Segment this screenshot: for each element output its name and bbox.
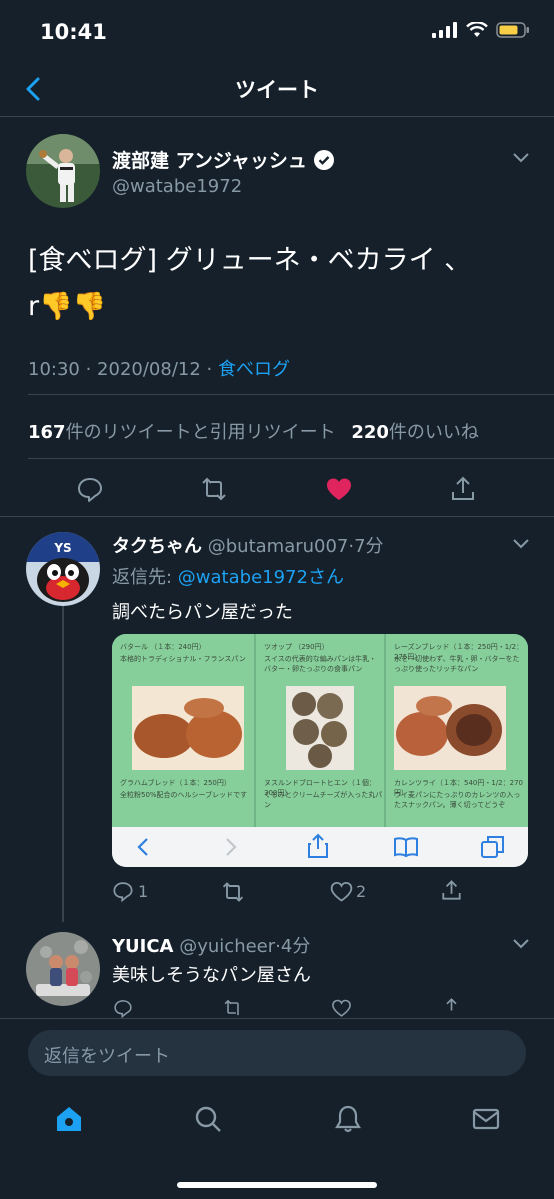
reply2-handle-time[interactable]: @yuicheer·4分 [179, 936, 310, 957]
status-icons [432, 22, 530, 38]
image-panel: バタール （１本：240円） 本格的トラディショナル・フランスパン グラハムブレ… [112, 634, 256, 830]
wifi-icon [466, 22, 488, 37]
reply-chevron-down-icon[interactable] [510, 536, 532, 552]
image-panel: レーズンブレッド（１本：250円・1/2：275円） 水を一切使わず、牛乳・卵・… [386, 634, 528, 830]
home-indicator[interactable] [177, 1182, 377, 1188]
reply2-text: 美味しそうなパン屋さん [112, 965, 311, 986]
search-icon[interactable] [193, 1104, 223, 1134]
reply-to-link[interactable]: @watabe1972さん [178, 567, 344, 588]
engagement-counts: 167件のリツイートと引用リツイート 220件のいいね [28, 418, 479, 444]
reply-like-icon[interactable] [330, 880, 353, 903]
tweet-text-line2: r👎👎 [28, 291, 107, 322]
composer-divider [0, 1018, 554, 1019]
reply-reply-count: 1 [138, 882, 149, 901]
reply2-like-icon[interactable] [330, 998, 353, 1018]
reply-composer-placeholder: 返信をツイート [44, 1046, 170, 1067]
retweet-stat[interactable]: 167件のリツイートと引用リツイート [28, 422, 336, 443]
tweet-timestamp: 10:30 · 2020/08/12 · [28, 359, 218, 380]
panel-desc: 本格的トラディショナル・フランスパン [120, 655, 246, 663]
reply2-chevron-down-icon[interactable] [510, 936, 532, 952]
status-time: 10:41 [40, 20, 107, 44]
panel-title: ツオップ （290円） [264, 643, 329, 651]
tweet-text: [食べログ] グリューネ・ベカライ 、 r👎👎 [28, 238, 528, 330]
browser-forward-icon [226, 838, 237, 856]
messages-icon[interactable] [471, 1104, 501, 1134]
tweet-text-line1: [食べログ] グリューネ・ベカライ 、 [28, 245, 472, 276]
reply-reply-icon[interactable] [112, 880, 134, 902]
reply-attached-image[interactable]: バタール （１本：240円） 本格的トラディショナル・フランスパン グラハムブレ… [112, 634, 528, 867]
panel-caption2: 全粒粉50%配合のヘルシーブレッドです [120, 791, 248, 799]
reply2-author-name[interactable]: YUICA [112, 936, 174, 957]
reply-to-prefix: 返信先: [112, 567, 178, 588]
reply-composer[interactable]: 返信をツイート [28, 1030, 526, 1076]
panel-desc: 水を一切使わず、牛乳・卵・バターをたっぷり使ったリッチなパン [394, 655, 520, 673]
counts-divider [28, 458, 554, 459]
author-name[interactable]: 渡部建 アンジャッシュ [112, 146, 307, 173]
home-icon[interactable] [54, 1104, 84, 1134]
panel-desc: スイスの代表的な編みパンは牛乳・バター・卵たっぷりの食事パン [264, 655, 377, 673]
svg-text:YS: YS [53, 541, 71, 555]
author-avatar[interactable] [26, 134, 100, 208]
reply-text: 調べたらパン屋だった [112, 602, 293, 623]
thread-line [62, 602, 64, 922]
reply-avatar[interactable]: YS [26, 532, 100, 606]
reply-retweet-icon[interactable] [221, 880, 245, 904]
author-name-row[interactable]: 渡部建 アンジャッシュ [112, 146, 335, 173]
image-panel: ツオップ （290円） スイスの代表的な編みパンは牛乳・バター・卵たっぷりの食事… [256, 634, 386, 830]
reply2-reply-icon[interactable] [112, 998, 134, 1018]
like-heart-icon[interactable] [325, 475, 353, 503]
reply2-retweet-icon[interactable] [221, 998, 245, 1018]
reply-share-icon[interactable] [440, 879, 463, 902]
panel-caption2: ライ麦パンにたっぷりのカレンツの入ったスナックパン。薄く切ってどうぞ [394, 791, 521, 809]
bread-photo [286, 686, 354, 770]
reply-handle-time[interactable]: @butamaru007·7分 [208, 536, 384, 557]
reply-to-line: 返信先: @watabe1972さん [112, 563, 344, 589]
meta-divider [28, 394, 554, 395]
share-icon[interactable] [449, 475, 477, 503]
retweet-icon[interactable] [200, 475, 228, 503]
verified-badge-icon [313, 149, 334, 170]
battery-icon [496, 22, 529, 38]
reply-icon[interactable] [76, 475, 104, 503]
retweet-label: 件のリツイートと引用リツイート [65, 422, 336, 443]
bread-photo [394, 686, 506, 770]
chevron-down-icon[interactable] [510, 150, 532, 166]
browser-bookmarks-icon [394, 837, 418, 858]
reply2-avatar[interactable] [26, 932, 100, 1006]
tweet-source-link[interactable]: 食べログ [218, 359, 290, 380]
tweet-meta: 10:30 · 2020/08/12 · 食べログ [28, 355, 290, 381]
reply-header: タクちゃん @butamaru007·7分 [112, 532, 384, 558]
browser-share-icon [308, 833, 328, 858]
author-handle[interactable]: @watabe1972 [112, 176, 242, 197]
browser-tabs-icon [481, 836, 504, 858]
browser-back-icon [137, 838, 148, 856]
bread-photo [132, 686, 244, 770]
reply-author-name[interactable]: タクちゃん [112, 536, 202, 557]
signal-icon [432, 22, 457, 38]
retweet-count: 167 [28, 422, 66, 443]
safari-toolbar [112, 827, 528, 867]
like-stat[interactable]: 220件のいいね [351, 422, 479, 443]
panel-caption2: くるみとクリームチーズが入った丸パン [264, 791, 383, 809]
panel-title: バタール （１本：240円） [120, 643, 206, 651]
reply-like-count: 2 [356, 882, 367, 901]
like-label: 件のいいね [388, 422, 479, 443]
notifications-icon[interactable] [333, 1104, 363, 1134]
actions-divider [0, 516, 554, 517]
reply2-share-icon[interactable] [440, 997, 463, 1018]
reply2-header: YUICA @yuicheer·4分 [112, 932, 310, 958]
header-divider [0, 116, 554, 117]
page-title: ツイート [235, 78, 319, 102]
panel-caption: グラハムブレッド（１本：250円） [120, 779, 231, 787]
like-count: 220 [351, 422, 389, 443]
